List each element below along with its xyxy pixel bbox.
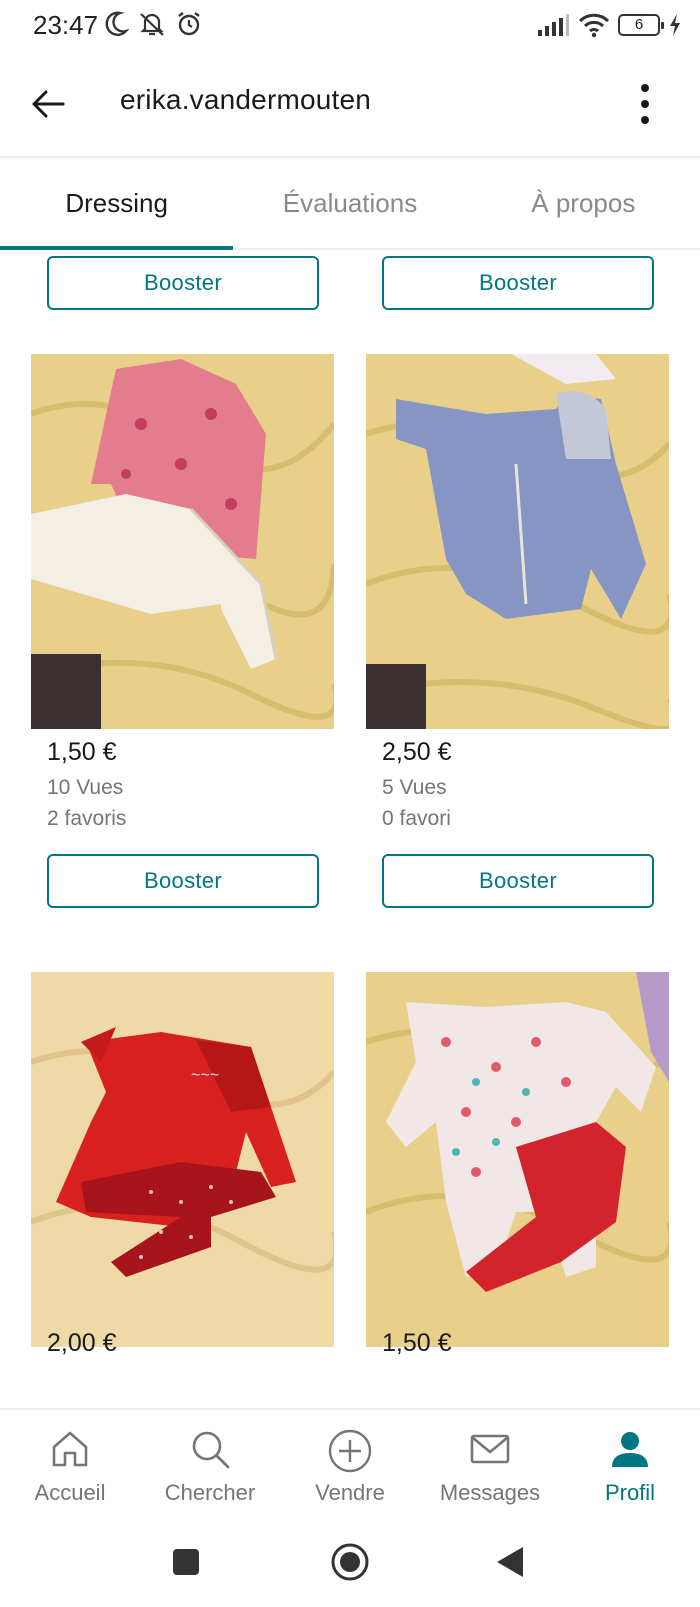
user-icon <box>612 1432 648 1467</box>
system-navigation-bar <box>0 1518 700 1607</box>
nav-chercher[interactable]: Chercher <box>140 1410 280 1518</box>
status-time: 23:47 <box>33 10 99 40</box>
signal-icon <box>538 14 569 36</box>
svg-text:~~~: ~~~ <box>191 1067 219 1084</box>
bottom-navigation: Accueil Chercher Vendre Messages Profil <box>0 1408 700 1518</box>
item-grid: Booster Booster 1,50 € 10 Vues 2 favoris… <box>0 250 700 1408</box>
status-bar: 23:47 6 <box>0 0 700 52</box>
recent-apps-button[interactable] <box>164 1540 208 1584</box>
booster-button[interactable]: Booster <box>47 854 319 908</box>
nav-messages[interactable]: Messages <box>420 1410 560 1518</box>
more-options-button[interactable] <box>630 78 660 130</box>
plus-circle-icon <box>328 1429 372 1473</box>
alarm-icon <box>178 12 200 36</box>
arrow-left-icon <box>32 90 65 118</box>
nav-label: Chercher <box>164 1480 256 1505</box>
more-vertical-icon <box>641 84 649 124</box>
nav-profil[interactable]: Profil <box>560 1410 700 1518</box>
square-icon <box>173 1549 199 1575</box>
nav-label: Vendre <box>315 1480 385 1505</box>
mail-icon <box>470 1434 510 1464</box>
item-views: 5 Vues <box>382 776 447 799</box>
circle-icon <box>331 1543 369 1581</box>
home-icon <box>52 1431 88 1467</box>
back-system-button[interactable] <box>488 1540 532 1584</box>
tab-a-propos[interactable]: À propos <box>467 158 700 248</box>
item-price: 1,50 € <box>382 1329 452 1357</box>
item-photo[interactable] <box>31 354 334 729</box>
nav-accueil[interactable]: Accueil <box>0 1410 140 1518</box>
search-icon <box>192 1431 230 1469</box>
app-header: erika.vandermouten <box>0 52 700 156</box>
booster-button[interactable]: Booster <box>382 854 654 908</box>
booster-button[interactable]: Booster <box>47 256 319 310</box>
charging-icon <box>670 14 680 36</box>
tab-evaluations[interactable]: Évaluations <box>233 158 466 248</box>
item-views: 10 Vues <box>47 776 124 799</box>
nav-vendre[interactable]: Vendre <box>280 1410 420 1518</box>
item-photo[interactable]: ~~~ <box>31 972 334 1347</box>
status-icons-left <box>103 10 203 38</box>
battery-icon: 6 <box>618 14 664 36</box>
home-system-button[interactable] <box>328 1540 372 1584</box>
tab-dressing[interactable]: Dressing <box>0 158 234 250</box>
nav-label: Accueil <box>34 1480 106 1505</box>
nav-label: Messages <box>439 1480 541 1505</box>
item-price: 2,00 € <box>47 1329 117 1357</box>
page-title: erika.vandermouten <box>120 84 372 115</box>
moon-icon <box>105 11 129 36</box>
item-photo[interactable] <box>366 972 669 1347</box>
back-button[interactable] <box>22 78 74 130</box>
wifi-icon <box>578 13 610 38</box>
notifications-off-icon <box>140 13 164 36</box>
nav-label: Profil <box>604 1480 656 1505</box>
profile-tabs: Dressing Évaluations À propos <box>0 158 700 250</box>
item-photo[interactable] <box>366 354 669 729</box>
item-price: 2,50 € <box>382 738 452 766</box>
booster-button[interactable]: Booster <box>382 256 654 310</box>
triangle-back-icon <box>497 1547 523 1577</box>
item-favorites: 2 favoris <box>47 807 127 830</box>
item-favorites: 0 favori <box>382 807 451 830</box>
status-icons-right: 6 <box>536 12 682 38</box>
item-price: 1,50 € <box>47 738 117 766</box>
